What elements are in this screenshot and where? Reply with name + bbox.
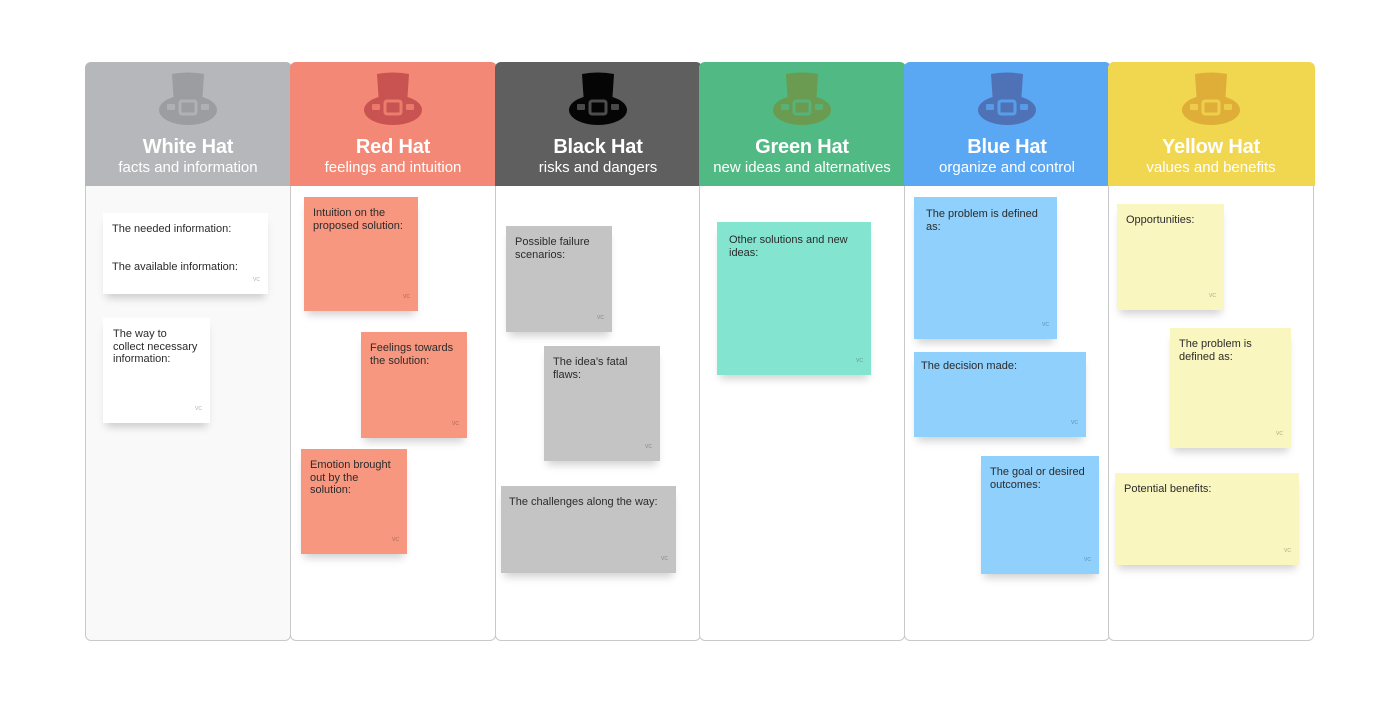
column-title: Red Hat: [355, 135, 431, 158]
sticky-note[interactable]: Opportunities: VC: [1117, 204, 1224, 310]
note-author-initials: VC: [645, 443, 652, 450]
column-title: Yellow Hat: [1161, 135, 1261, 158]
sticky-note[interactable]: The way to collect necessary information…: [103, 318, 210, 423]
top-hat-icon: [978, 72, 1036, 125]
column-subtitle: feelings and intuition: [324, 158, 462, 176]
sticky-note[interactable]: Possible failure scenarios: VC: [506, 226, 612, 332]
sticky-note[interactable]: The idea’s fatal flaws: VC: [544, 346, 660, 461]
note-text: Feelings towards the solution:: [370, 342, 454, 367]
note-text: The challenges along the way:: [509, 496, 658, 508]
column-subtitle: organize and control: [939, 158, 1075, 176]
column-title: White Hat: [142, 135, 234, 158]
top-hat-icon: [569, 72, 627, 125]
top-hat-icon: [1182, 72, 1240, 125]
note-author-initials: VC: [1084, 556, 1091, 563]
sticky-note[interactable]: Emotion brought out by the solution: VC: [301, 449, 407, 554]
note-text: Opportunities:: [1126, 214, 1195, 226]
note-author-initials: VC: [1284, 547, 1291, 554]
column-header: White Hat facts and information: [84, 61, 292, 186]
column-black-hat: Black Hat risks and dangers Possible fai…: [494, 61, 702, 641]
six-thinking-hats-board: White Hat facts and information The need…: [84, 61, 1315, 641]
note-author-initials: VC: [253, 276, 260, 283]
top-hat-icon: [364, 72, 422, 125]
column-blue-hat: Blue Hat organize and control The proble…: [903, 61, 1111, 641]
note-author-initials: VC: [1209, 292, 1216, 299]
column-subtitle: risks and dangers: [538, 158, 658, 176]
note-author-initials: VC: [1276, 430, 1283, 437]
column-white-hat: White Hat facts and information The need…: [84, 61, 292, 641]
top-hat-icon: [159, 72, 217, 125]
column-title: Black Hat: [553, 135, 643, 158]
note-author-initials: VC: [1071, 419, 1078, 426]
note-text: The goal or desired outcomes:: [990, 466, 1085, 491]
note-author-initials: VC: [195, 405, 202, 412]
note-text: Intuition on the proposed solution:: [313, 207, 403, 232]
note-text: Other solutions and new ideas:: [729, 234, 848, 259]
note-text: The idea’s fatal flaws:: [553, 356, 628, 381]
note-text: The way to collect necessary information…: [113, 328, 198, 365]
note-author-initials: VC: [392, 536, 399, 543]
column-subtitle: facts and information: [118, 158, 258, 176]
note-author-initials: VC: [661, 555, 668, 562]
note-text: The problem is defined as:: [926, 208, 1038, 233]
column-header: Red Hat feelings and intuition: [289, 61, 497, 186]
note-text: Potential benefits:: [1124, 483, 1212, 495]
sticky-note[interactable]: Potential benefits: VC: [1115, 473, 1299, 565]
note-author-initials: VC: [856, 357, 863, 364]
sticky-note[interactable]: The problem is defined as: VC: [914, 197, 1057, 339]
column-green-hat: Green Hat new ideas and alternatives Oth…: [698, 61, 906, 641]
sticky-note[interactable]: Feelings towards the solution: VC: [361, 332, 467, 438]
column-yellow-hat: Yellow Hat values and benefits Opportuni…: [1107, 61, 1315, 641]
column-title: Green Hat: [755, 135, 849, 158]
sticky-note[interactable]: The problem is defined as: VC: [1170, 328, 1291, 448]
column-header: Black Hat risks and dangers: [494, 61, 702, 186]
column-header: Green Hat new ideas and alternatives: [698, 61, 906, 186]
sticky-note[interactable]: Other solutions and new ideas: VC: [717, 222, 871, 375]
note-text: Possible failure scenarios:: [515, 236, 590, 261]
sticky-note[interactable]: The needed information: The available in…: [103, 213, 268, 294]
sticky-note[interactable]: The goal or desired outcomes: VC: [981, 456, 1099, 574]
sticky-note[interactable]: Intuition on the proposed solution: VC: [304, 197, 418, 311]
column-subtitle: new ideas and alternatives: [713, 158, 891, 176]
note-text: Emotion brought out by the solution:: [310, 459, 391, 496]
sticky-note[interactable]: The challenges along the way: VC: [501, 486, 676, 573]
note-author-initials: VC: [403, 293, 410, 300]
note-author-initials: VC: [597, 314, 604, 321]
note-author-initials: VC: [452, 420, 459, 427]
column-subtitle: values and benefits: [1146, 158, 1276, 176]
column-header: Blue Hat organize and control: [903, 61, 1111, 186]
note-text: The problem is defined as:: [1179, 338, 1252, 363]
note-text: The decision made:: [921, 360, 1017, 372]
sticky-note[interactable]: The decision made: VC: [914, 352, 1086, 437]
note-text: The available information:: [112, 260, 238, 273]
column-title: Blue Hat: [967, 135, 1047, 158]
note-author-initials: VC: [1042, 321, 1049, 328]
top-hat-icon: [773, 72, 831, 125]
column-header: Yellow Hat values and benefits: [1107, 61, 1315, 186]
note-text: The needed information:: [112, 223, 232, 235]
column-red-hat: Red Hat feelings and intuition Intuition…: [289, 61, 497, 641]
